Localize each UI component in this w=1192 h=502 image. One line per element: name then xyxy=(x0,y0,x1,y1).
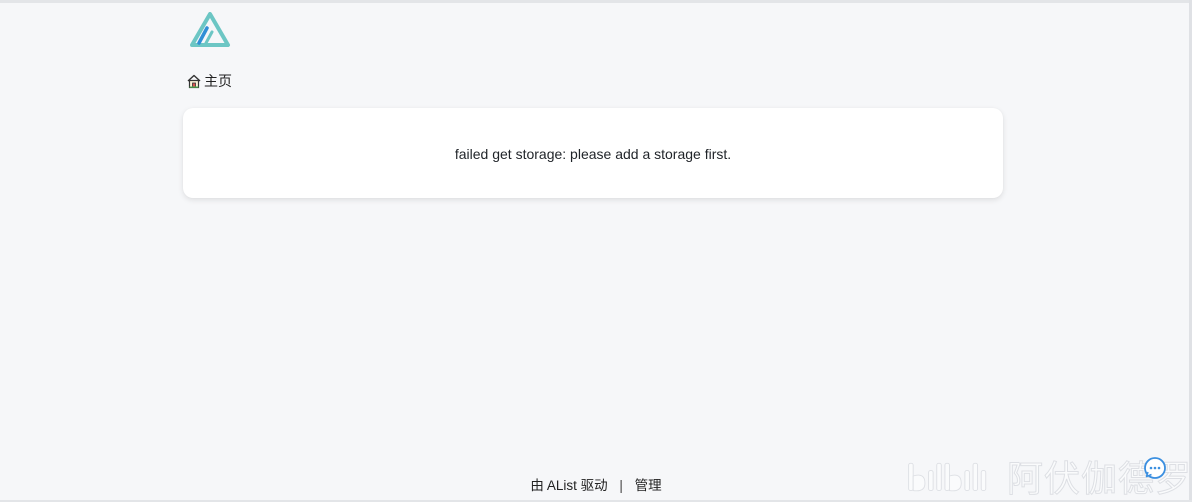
footer-alist-link[interactable]: AList xyxy=(547,478,577,493)
footer: 由 AList 驱动 | 管理 xyxy=(0,476,1192,496)
footer-powered-suffix: 驱动 xyxy=(580,478,608,493)
breadcrumb-home[interactable]: 主页 xyxy=(186,70,232,92)
footer-powered-prefix: 由 xyxy=(530,478,544,493)
error-card: failed get storage: please add a storage… xyxy=(183,108,1003,198)
breadcrumb-home-label: 主页 xyxy=(204,73,232,89)
footer-separator: | xyxy=(619,478,623,493)
error-message: failed get storage: please add a storage… xyxy=(454,146,732,162)
window-top-border xyxy=(0,0,1192,3)
footer-manage-link[interactable]: 管理 xyxy=(635,478,662,493)
alist-logo-icon[interactable] xyxy=(189,12,231,48)
chat-bubble-icon[interactable] xyxy=(1143,456,1167,480)
home-icon xyxy=(187,74,201,89)
